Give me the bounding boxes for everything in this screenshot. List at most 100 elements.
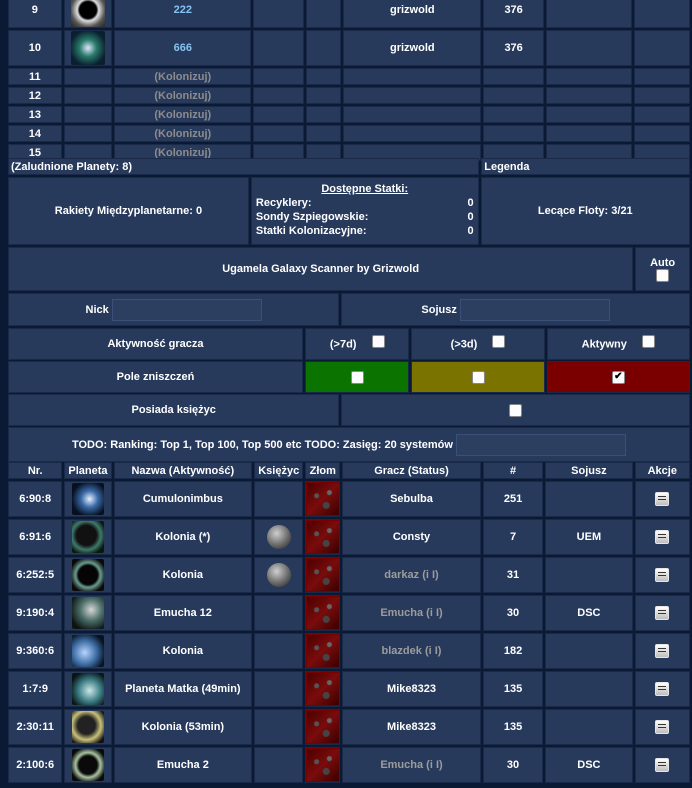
spy-report-icon[interactable] bbox=[655, 720, 670, 734]
result-player-name[interactable]: Emucha bbox=[380, 607, 423, 619]
colonize-link[interactable]: (Kolonizuj) bbox=[114, 68, 252, 85]
result-alliance[interactable]: DSC bbox=[545, 595, 633, 631]
spy-report-icon[interactable] bbox=[655, 492, 670, 506]
spy-report-icon[interactable] bbox=[655, 530, 670, 544]
planet-icon[interactable] bbox=[71, 521, 104, 553]
result-coords[interactable]: 6:90:8 bbox=[8, 481, 63, 517]
spy-report-icon[interactable] bbox=[655, 682, 670, 696]
alliance-input[interactable] bbox=[459, 298, 610, 321]
result-actions bbox=[634, 747, 690, 783]
result-player-name[interactable]: Sebulba bbox=[390, 493, 433, 505]
result-alliance[interactable] bbox=[545, 557, 633, 593]
ship-row: Recyklery: 0 bbox=[256, 197, 474, 209]
result-player-name[interactable]: Mike8323 bbox=[387, 683, 436, 695]
results-header[interactable]: Księżyc bbox=[254, 462, 304, 479]
result-player-name[interactable]: Emucha bbox=[380, 759, 423, 771]
result-alliance[interactable] bbox=[545, 633, 633, 669]
result-debris-cell bbox=[305, 709, 341, 745]
activity-7d: (>7d) bbox=[304, 328, 410, 360]
result-coords[interactable]: 9:360:6 bbox=[8, 633, 63, 669]
result-player-name[interactable]: Mike8323 bbox=[387, 721, 436, 733]
colonize-link[interactable]: (Kolonizuj) bbox=[114, 87, 252, 104]
activity-3d-checkbox[interactable] bbox=[492, 334, 506, 348]
galaxy-player[interactable]: grizwold bbox=[343, 30, 482, 66]
result-alliance[interactable] bbox=[545, 481, 633, 517]
result-player-name[interactable]: Consty bbox=[393, 531, 430, 543]
results-header[interactable]: Sojusz bbox=[545, 462, 633, 479]
debris-green-checkbox[interactable] bbox=[350, 370, 364, 384]
debris-red-checkbox[interactable]: ✔ bbox=[611, 370, 625, 384]
spy-report-icon[interactable] bbox=[655, 606, 670, 620]
planet-icon[interactable] bbox=[71, 673, 104, 705]
result-player-name[interactable]: blazdek bbox=[382, 645, 422, 657]
results-header[interactable]: # bbox=[482, 462, 544, 479]
debris-icon[interactable] bbox=[306, 635, 339, 667]
result-player-status: (i I) bbox=[426, 759, 443, 771]
planet-icon[interactable] bbox=[71, 0, 106, 27]
ship-row: Sondy Szpiegowskie: 0 bbox=[256, 211, 474, 223]
galaxy-planet-name[interactable]: 222 bbox=[114, 0, 252, 28]
ship-count: 0 bbox=[467, 197, 474, 209]
planet-icon[interactable] bbox=[71, 711, 104, 743]
legend-link[interactable]: Legenda bbox=[481, 158, 690, 175]
result-coords[interactable]: 2:100:6 bbox=[8, 747, 63, 783]
debris-icon[interactable] bbox=[306, 597, 339, 629]
result-moon-cell bbox=[254, 557, 304, 593]
planet-icon[interactable] bbox=[71, 597, 104, 629]
debris-icon[interactable] bbox=[306, 559, 339, 591]
planet-icon[interactable] bbox=[71, 483, 104, 515]
results-header[interactable]: Złom bbox=[305, 462, 341, 479]
auto-checkbox[interactable] bbox=[656, 268, 670, 282]
planet-icon[interactable] bbox=[71, 635, 104, 667]
range-input[interactable] bbox=[456, 433, 627, 456]
galaxy-player[interactable]: grizwold bbox=[343, 0, 482, 28]
galaxy-moon-cell bbox=[253, 68, 304, 85]
result-alliance[interactable] bbox=[545, 671, 633, 707]
spy-report-icon[interactable] bbox=[655, 568, 670, 582]
activity-7d-checkbox[interactable] bbox=[371, 334, 385, 348]
moon-icon[interactable] bbox=[266, 525, 291, 549]
spy-report-icon[interactable] bbox=[655, 758, 670, 772]
results-header[interactable]: Gracz (Status) bbox=[342, 462, 481, 479]
planet-icon[interactable] bbox=[71, 749, 104, 781]
result-planet-name: Emucha 2 bbox=[113, 747, 253, 783]
galaxy-position: 12 bbox=[8, 87, 62, 104]
result-coords[interactable]: 1:7:9 bbox=[8, 671, 63, 707]
debris-icon[interactable] bbox=[306, 521, 339, 553]
activity-active-checkbox[interactable] bbox=[641, 334, 655, 348]
results-header[interactable]: Nr. bbox=[8, 462, 63, 479]
result-coords[interactable]: 6:252:5 bbox=[8, 557, 63, 593]
planet-icon[interactable] bbox=[71, 31, 106, 65]
galaxy-moon-cell bbox=[253, 0, 304, 28]
debris-icon[interactable] bbox=[306, 711, 339, 743]
result-coords[interactable]: 2:30:11 bbox=[8, 709, 63, 745]
nick-input[interactable] bbox=[111, 298, 262, 321]
results-header[interactable]: Akcje bbox=[634, 462, 690, 479]
galaxy-planet-image-cell bbox=[63, 87, 113, 104]
colonize-link[interactable]: (Kolonizuj) bbox=[114, 106, 252, 123]
debris-yellow-checkbox[interactable] bbox=[471, 370, 485, 384]
result-alliance[interactable]: DSC bbox=[545, 747, 633, 783]
available-ships: Dostępne Statki: Recyklery: 0 Sondy Szpieg… bbox=[250, 177, 479, 245]
result-alliance[interactable]: UEM bbox=[545, 519, 633, 555]
debris-icon[interactable] bbox=[306, 483, 339, 515]
result-alliance[interactable] bbox=[545, 709, 633, 745]
planet-icon[interactable] bbox=[71, 559, 104, 591]
galaxy-planet-name[interactable]: 666 bbox=[114, 30, 252, 66]
galaxy-alliance bbox=[546, 0, 633, 28]
spy-report-icon[interactable] bbox=[655, 644, 670, 658]
result-coords[interactable]: 9:190:4 bbox=[8, 595, 63, 631]
colonize-link[interactable]: (Kolonizuj) bbox=[114, 125, 252, 142]
moon-filter-checkbox[interactable] bbox=[509, 403, 523, 417]
debris-icon[interactable] bbox=[306, 673, 339, 705]
debris-icon[interactable] bbox=[306, 749, 339, 781]
result-actions bbox=[634, 481, 690, 517]
result-rank: 30 bbox=[482, 595, 544, 631]
galaxy-moon-cell bbox=[253, 125, 304, 142]
result-debris-cell bbox=[305, 633, 341, 669]
result-player-name[interactable]: darkaz bbox=[384, 569, 419, 581]
results-header[interactable]: Nazwa (Aktywność) bbox=[113, 462, 253, 479]
result-coords[interactable]: 6:91:6 bbox=[8, 519, 63, 555]
results-header[interactable]: Planeta bbox=[64, 462, 112, 479]
moon-icon[interactable] bbox=[266, 563, 291, 587]
